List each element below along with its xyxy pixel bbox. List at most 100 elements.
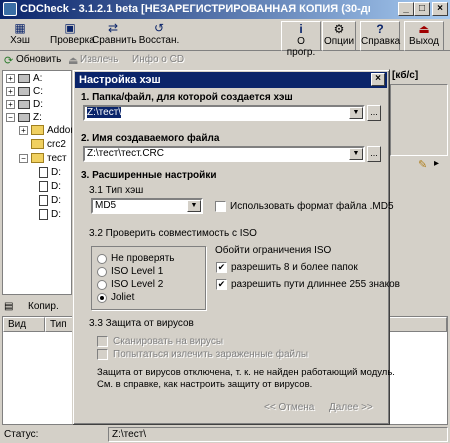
restore-icon: ↺ [153,21,165,35]
window-titlebar: CDCheck - 3.1.2.1 beta [НЕЗАРЕГИСТРИРОВА… [0,0,450,19]
tree-label: D: [51,209,61,221]
tree-drive-d[interactable]: + D: [6,99,43,110]
tree-label: D: [51,181,61,193]
speed-header: [кб/с] [392,70,419,81]
refresh-button[interactable]: Обновить [16,54,61,65]
exit-button[interactable]: ⏏ Выход [404,21,444,51]
check-icon: ▣ [64,21,76,35]
edit-icon[interactable]: ✎ [418,158,427,171]
section1-label: 1. Папка/файл, для которой создается хэш [81,92,293,103]
section2-label: 2. Имя создаваемого файла [81,133,220,144]
tree-label: C: [33,86,43,97]
eject-button[interactable]: Извлечь [80,54,118,65]
column-header-kind[interactable]: Тип [45,317,75,332]
eject-icon: ⏏ [68,55,79,67]
hash-type-select[interactable]: MD5 ▼ [91,198,203,214]
expand-icon[interactable]: + [6,100,15,109]
allow-long-paths-label: разрешить пути длиннее 255 знаков [231,279,400,290]
tree-file[interactable]: D: [39,209,61,220]
tree-label: D: [33,99,43,110]
status-label: Статус: [4,429,39,440]
try-clean-label: Попытаться излечить зараженные файлы [113,349,309,360]
tree-file[interactable]: D: [39,195,61,206]
floppy-icon [18,73,30,83]
cd-info-button[interactable]: Инфо о CD [132,54,184,65]
options-label: Опции [323,36,355,47]
app-icon [3,2,17,16]
file-icon [39,209,48,220]
tree-label: Z: [33,112,42,123]
exit-label: Выход [409,36,439,47]
output-file-input[interactable]: Z:\тест\тест.CRC ▼ [83,146,365,162]
compare-button[interactable]: ⇄ Сравнить [92,21,137,51]
refresh-icon: ⟳ [4,55,14,67]
expand-icon[interactable]: + [19,126,28,135]
hash-settings-dialog: Настройка хэш × 1. Папка/файл, для котор… [72,69,400,425]
about-button[interactable]: i О прогр. [281,21,321,58]
help-button[interactable]: ? Справка [360,21,400,51]
arrow-icon[interactable]: ▸ [434,158,439,169]
radio-iso-level-1-label: ISO Level 1 [111,266,164,277]
expand-icon[interactable]: + [6,74,15,83]
tree-drive-a[interactable]: + A: [6,73,42,84]
tree-file[interactable]: D: [39,167,61,178]
dialog-close-button[interactable]: × [371,73,385,86]
folder-input[interactable]: Z:\тест\ ▼ [83,105,365,121]
tree-file[interactable]: D: [39,181,61,192]
radio-no-check[interactable] [97,254,107,264]
try-clean-checkbox[interactable] [97,349,108,360]
md5-format-label: Использовать формат файла .MD5 [230,201,394,212]
minimize-button[interactable]: _ [398,2,414,16]
allow-long-paths-checkbox[interactable]: ✔ [216,279,227,290]
radio-iso-level-1[interactable] [97,267,107,277]
hash-button[interactable]: ▦ Хэш [4,21,36,51]
collapse-icon[interactable]: − [6,113,15,122]
bypass-label: Обойти ограничения ISO [215,245,332,256]
cancel-button[interactable]: << Отмена [264,402,314,413]
copy-button[interactable]: Копир. [28,301,59,312]
column-header-type[interactable]: Вид [3,317,45,332]
md5-format-checkbox[interactable] [215,201,226,212]
drive-icon [18,86,30,96]
tree-label: D: [51,167,61,179]
hash-type-value: MD5 [95,200,117,211]
hash-type-label: 3.1 Тип хэш [89,185,144,196]
tree-drive-c[interactable]: + C: [6,86,43,97]
speed-panel: [кб/с] ✎ ▸ [390,70,448,295]
radio-iso-level-2[interactable] [97,280,107,290]
tree-folder-test[interactable]: − тест [19,153,67,164]
collapse-icon[interactable]: − [19,154,28,163]
browse-file-button[interactable]: ... [367,146,381,162]
chevron-down-icon[interactable]: ▼ [349,148,363,160]
next-button[interactable]: Далее >> [329,402,373,413]
restore-label: Восстан. [138,35,180,46]
drive-icon [18,99,30,109]
tree-folder-addon[interactable]: + Addon [19,125,76,136]
folder-tree[interactable]: + A: + C: + D: − Z: + Addon crc2 − тест D: D: … [2,70,76,295]
tree-drive-z[interactable]: − Z: [6,112,42,123]
copy-icon: ▤ [4,301,14,312]
check-button[interactable]: ▣ Проверка [50,21,95,51]
close-window-button[interactable]: × [432,2,448,16]
secondary-toolbar: ⟳ Обновить ⏏ Извлечь Инфо о CD [0,52,450,69]
gear-icon: ⚙ [333,22,345,36]
tree-label: тест [47,153,67,164]
allow-8-folders-checkbox[interactable]: ✔ [216,262,227,273]
section3-label: 3. Расширенные настройки [81,170,217,181]
maximize-button[interactable]: □ [414,2,430,16]
browse-folder-button[interactable]: ... [367,105,381,121]
virus-note-line1: Защита от вирусов отключена, т. к. не на… [97,367,395,378]
options-button[interactable]: ⚙ Опции [322,21,356,51]
expand-icon[interactable]: + [6,87,15,96]
radio-joliet-label: Joliet [111,292,135,303]
folder-value: Z:\тест\ [87,107,122,118]
restore-button[interactable]: ↺ Восстан. [137,21,181,51]
radio-no-check-label: Не проверять [111,253,175,264]
output-file-value: Z:\тест\тест.CRC [87,148,164,159]
chevron-down-icon[interactable]: ▼ [349,107,363,119]
chevron-down-icon[interactable]: ▼ [187,200,201,212]
scan-viruses-checkbox[interactable] [97,336,108,347]
compare-label: Сравнить [92,35,137,46]
radio-joliet[interactable] [97,293,107,303]
tree-folder-crc2[interactable]: crc2 [19,139,66,150]
